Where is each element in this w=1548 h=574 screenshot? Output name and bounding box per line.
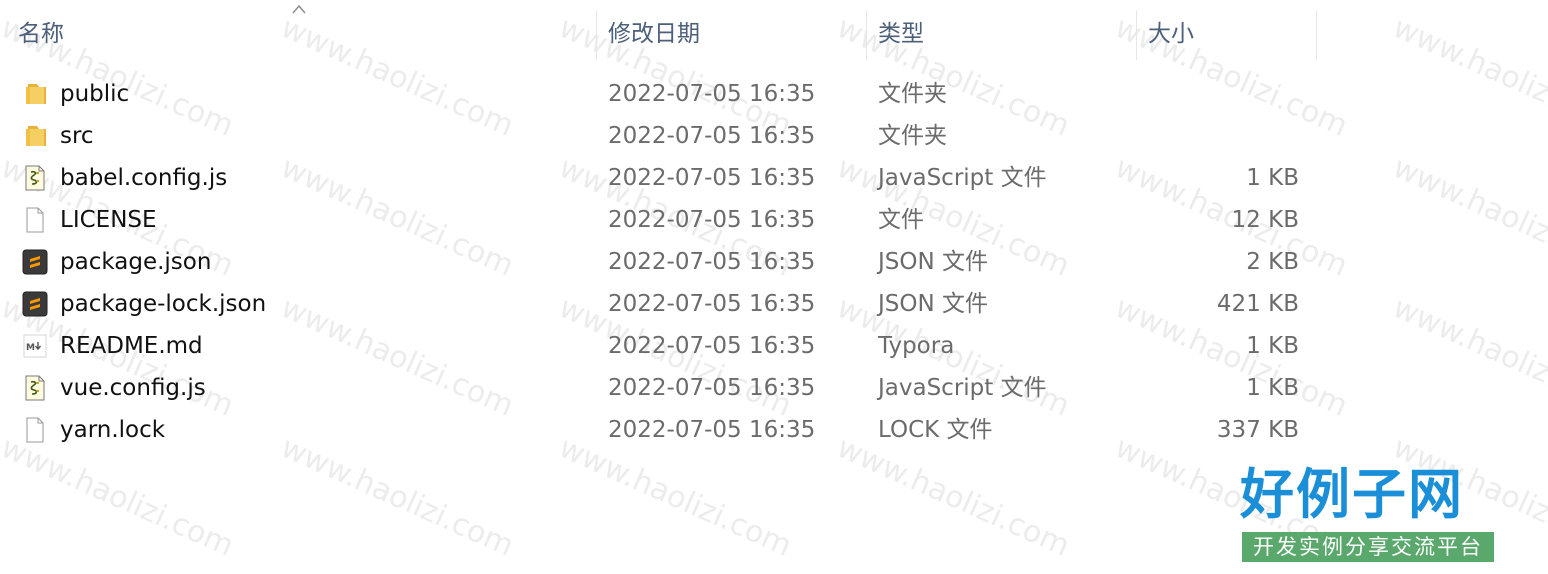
file-modified-date: 2022-07-05 16:35 [608, 207, 816, 233]
file-size: 421 KB [1216, 291, 1299, 317]
file-row[interactable]: package.json 2022-07-05 16:35 JSON 文件 2 KB [10, 241, 1310, 283]
file-row[interactable]: M README.md 2022-07-05 16:35 Typora 1 KB [10, 325, 1310, 367]
file-modified-date: 2022-07-05 16:35 [608, 333, 816, 359]
file-size: 2 KB [1246, 249, 1299, 275]
file-row[interactable]: src 2022-07-05 16:35 文件夹 [10, 115, 1310, 157]
folder-icon [22, 123, 48, 149]
file-row[interactable]: babel.config.js 2022-07-05 16:35 JavaScrip… [10, 157, 1310, 199]
file-type: 文件夹 [878, 123, 947, 149]
file-modified-date: 2022-07-05 16:35 [608, 81, 816, 107]
brand-logo: 好例子网 开发实例分享交流平台 [1240, 464, 1500, 564]
file-size: 1 KB [1246, 333, 1299, 359]
file-name: yarn.lock [60, 417, 166, 443]
file-name: package-lock.json [60, 291, 267, 317]
file-name: README.md [60, 333, 203, 359]
file-row[interactable]: package-lock.json 2022-07-05 16:35 JSON 文件… [10, 283, 1310, 325]
file-modified-date: 2022-07-05 16:35 [608, 165, 816, 191]
markdown-file-icon: M [22, 333, 48, 359]
sublime-file-icon [22, 249, 48, 275]
column-header-size[interactable]: 大小 [1148, 0, 1308, 62]
watermark-text: www.haolizi.com [1387, 150, 1548, 284]
file-type: LOCK 文件 [878, 417, 993, 443]
file-modified-date: 2022-07-05 16:35 [608, 417, 816, 443]
file-type: Typora [878, 333, 955, 359]
file-modified-date: 2022-07-05 16:35 [608, 291, 816, 317]
file-modified-date: 2022-07-05 16:35 [608, 375, 816, 401]
file-modified-date: 2022-07-05 16:35 [608, 249, 816, 275]
file-row[interactable]: yarn.lock 2022-07-05 16:35 LOCK 文件 337 KB [10, 409, 1310, 451]
blank-file-icon [22, 207, 48, 233]
file-modified-date: 2022-07-05 16:35 [608, 123, 816, 149]
file-name: package.json [60, 249, 212, 275]
file-type: JSON 文件 [878, 291, 989, 317]
file-name: vue.config.js [60, 375, 206, 401]
file-name: src [60, 123, 94, 149]
script-file-icon [22, 375, 48, 401]
brand-title: 好例子网 [1240, 463, 1464, 526]
column-divider[interactable] [1316, 10, 1317, 60]
folder-icon [22, 81, 48, 107]
file-name: LICENSE [60, 207, 157, 233]
file-type: JSON 文件 [878, 249, 989, 275]
file-size: 12 KB [1231, 207, 1299, 233]
column-header-bar: 名称 修改日期 类型 大小 [0, 0, 1548, 62]
column-divider[interactable] [596, 10, 597, 60]
file-type: 文件夹 [878, 81, 947, 107]
file-size: 1 KB [1246, 165, 1299, 191]
file-size: 337 KB [1216, 417, 1299, 443]
column-header-type[interactable]: 类型 [878, 0, 1128, 62]
column-header-date[interactable]: 修改日期 [608, 0, 858, 62]
file-name: public [60, 81, 130, 107]
file-row[interactable]: LICENSE 2022-07-05 16:35 文件 12 KB [10, 199, 1310, 241]
sublime-file-icon [22, 291, 48, 317]
file-row[interactable]: public 2022-07-05 16:35 文件夹 [10, 73, 1310, 115]
file-type: JavaScript 文件 [878, 375, 1047, 401]
column-header-name[interactable]: 名称 [18, 0, 578, 62]
column-divider[interactable] [1136, 10, 1137, 60]
column-divider[interactable] [866, 10, 867, 60]
file-size [1100, 73, 1299, 115]
file-type: 文件 [878, 207, 924, 233]
file-name: babel.config.js [60, 165, 228, 191]
file-explorer: www.haolizi.com www.haolizi.com www.haoliz… [0, 0, 1548, 574]
brand-subtitle: 开发实例分享交流平台 [1242, 532, 1494, 562]
blank-file-icon [22, 417, 48, 443]
svg-text:M: M [26, 343, 35, 353]
file-size: 1 KB [1246, 375, 1299, 401]
file-type: JavaScript 文件 [878, 165, 1047, 191]
file-row[interactable]: vue.config.js 2022-07-05 16:35 JavaScript … [10, 367, 1310, 409]
watermark-text: www.haolizi.com [1387, 290, 1548, 424]
file-size [1100, 115, 1299, 157]
script-file-icon [22, 165, 48, 191]
